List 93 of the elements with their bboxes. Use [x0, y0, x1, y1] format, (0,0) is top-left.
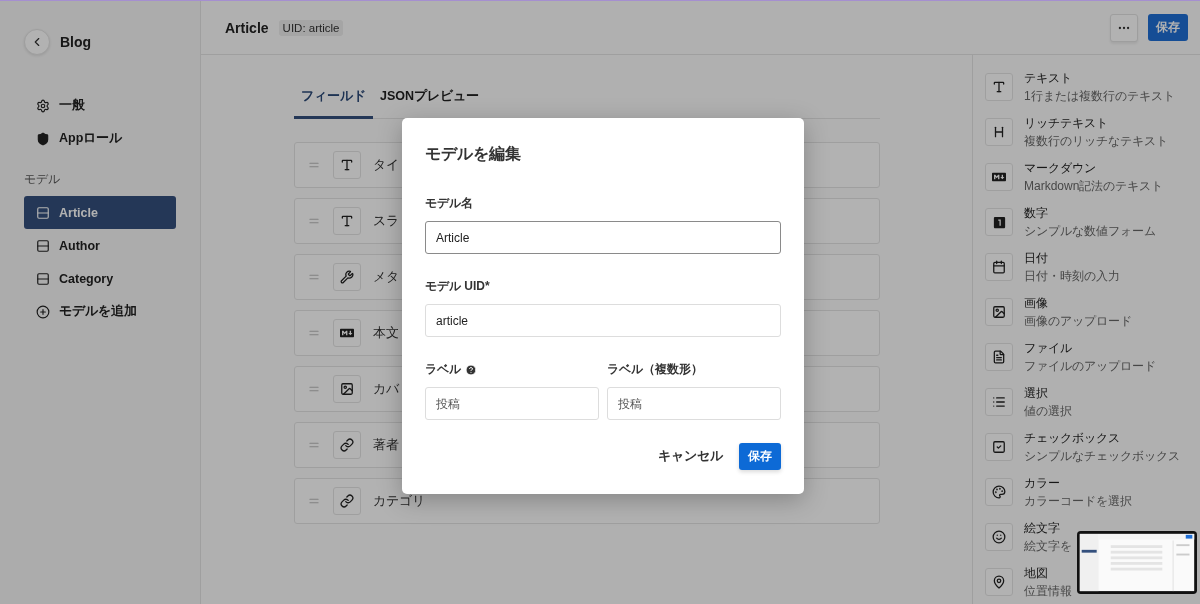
field-label: モデル名: [425, 195, 473, 212]
field-type-description: 複数行のリッチなテキスト: [1024, 132, 1168, 150]
field-type-description: カラーコードを選択: [1024, 492, 1132, 510]
tab[interactable]: JSONプレビュー: [373, 80, 487, 119]
field-type-button[interactable]: [985, 433, 1013, 461]
label-input[interactable]: 投稿: [425, 387, 599, 420]
field-type-description: シンプルな数値フォーム: [1024, 222, 1156, 240]
field-type-description: 絵文字を: [1024, 537, 1072, 555]
field-type-button[interactable]: [985, 343, 1013, 371]
field-type-button[interactable]: [985, 523, 1013, 551]
model-name-input[interactable]: Article: [425, 221, 781, 254]
field-name: カテゴリ: [373, 492, 425, 510]
field-label: ラベル: [425, 361, 461, 378]
field-type-name: 選択: [1024, 384, 1049, 402]
project-title: Blog: [60, 34, 92, 50]
settings-icon: [36, 98, 50, 113]
link-icon: [340, 494, 354, 508]
uid-badge: UID: article: [278, 19, 344, 36]
field-type-description: 値の選択: [1024, 402, 1072, 420]
model-item[interactable]: Category: [24, 262, 176, 295]
field-type-button[interactable]: [985, 163, 1013, 191]
letter-t-icon: [992, 80, 1006, 94]
markdown-icon: [340, 326, 354, 340]
save-button[interactable]: 保存: [1148, 14, 1188, 41]
field-type-button[interactable]: [985, 208, 1013, 236]
field-label: ラベル（複数形）: [607, 361, 703, 378]
field-name: タイ: [373, 156, 399, 174]
field-type-name: 画像: [1024, 294, 1049, 312]
tab[interactable]: フィールド: [294, 80, 373, 119]
palette-icon: [992, 485, 1006, 499]
list-icon: [992, 395, 1006, 409]
field-name: カバ: [373, 380, 399, 398]
field-type-description: シンプルなチェックボックス: [1024, 447, 1180, 465]
sidebar-item[interactable]: 一般: [24, 89, 176, 122]
shield-icon: [36, 131, 50, 146]
image-icon: [340, 382, 354, 396]
field-type-description: 日付・時刻の入力: [1024, 267, 1120, 285]
field-type-name: チェックボックス: [1024, 429, 1121, 447]
plural-label-input[interactable]: 投稿: [607, 387, 781, 420]
field-type-description: 位置情報: [1024, 582, 1072, 600]
model-icon: [36, 271, 50, 286]
field-type-description: 画像のアップロード: [1024, 312, 1132, 330]
field-type-name: リッチテキスト: [1024, 114, 1109, 132]
field-type-name: 絵文字: [1024, 519, 1061, 537]
field-type-button[interactable]: [985, 118, 1013, 146]
field-type-description: Markdown記法のテキスト: [1024, 177, 1164, 195]
cancel-button[interactable]: キャンセル: [658, 442, 723, 471]
field-type-name: カラー: [1024, 474, 1061, 492]
field-type-name: ファイル: [1024, 339, 1073, 357]
letter-t-icon: [340, 158, 354, 172]
field-type-button[interactable]: [985, 478, 1013, 506]
checkbox-icon: [992, 440, 1006, 454]
calendar-icon: [992, 260, 1006, 274]
field-name: 著者: [373, 436, 399, 454]
help-icon[interactable]: [465, 363, 477, 376]
field-name: 本文: [373, 324, 399, 342]
map-pin-icon: [992, 575, 1006, 589]
field-type-description: 1行または複数行のテキスト: [1024, 87, 1175, 105]
field-label: モデル UID*: [425, 278, 490, 295]
heading-icon: [992, 125, 1006, 139]
model-item[interactable]: Author: [24, 229, 176, 262]
field-name: メタ: [373, 268, 399, 286]
plus-icon: [36, 304, 50, 319]
link-icon: [340, 438, 354, 452]
file-icon: [992, 350, 1006, 364]
field-name: スラ: [373, 212, 399, 230]
smiley-icon: [992, 530, 1006, 544]
field-type-button[interactable]: [985, 73, 1013, 101]
model-icon: [36, 238, 50, 253]
field-type-name: マークダウン: [1024, 159, 1097, 177]
sidebar-item[interactable]: Appロール: [24, 122, 176, 155]
image-icon: [992, 305, 1006, 319]
model-title: Article: [225, 19, 269, 36]
field-type-description: ファイルのアップロード: [1024, 357, 1156, 375]
letter-t-icon: [340, 214, 354, 228]
field-type-name: 地図: [1024, 564, 1049, 582]
model-item[interactable]: Article: [24, 196, 176, 229]
markdown-icon: [992, 170, 1006, 184]
field-type-name: 数字: [1024, 204, 1049, 222]
number-one-icon: [991, 214, 1007, 230]
section-label: モデル: [24, 171, 61, 188]
dialog-title: モデルを編集: [425, 144, 522, 164]
model-uid-input[interactable]: article: [425, 304, 781, 337]
wrench-icon: [340, 270, 354, 284]
dialog-save-button[interactable]: 保存: [739, 443, 781, 470]
field-type-button[interactable]: [985, 568, 1013, 596]
add-model-item[interactable]: モデルを追加: [24, 295, 176, 328]
field-type-name: 日付: [1024, 249, 1049, 267]
field-type-name: テキスト: [1024, 69, 1073, 87]
model-icon: [36, 205, 50, 220]
field-type-button[interactable]: [985, 388, 1013, 416]
field-type-button[interactable]: [985, 253, 1013, 281]
field-type-button[interactable]: [985, 298, 1013, 326]
